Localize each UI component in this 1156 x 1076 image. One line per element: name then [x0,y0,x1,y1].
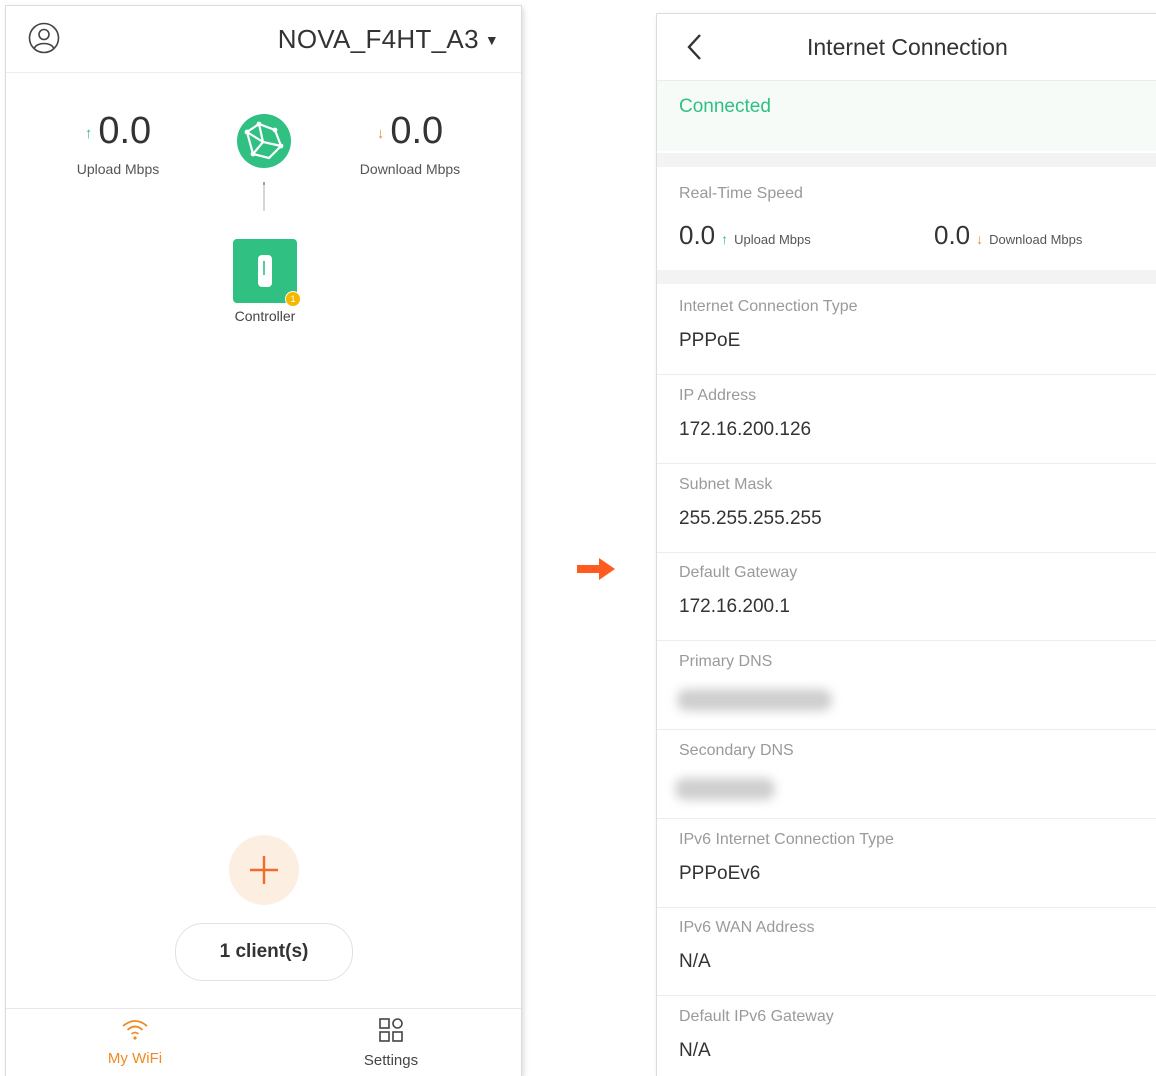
row-label: Default Gateway [679,564,798,581]
upload-arrow-icon: ↑ [84,125,93,142]
info-row-secondary-dns: Secondary DNS [657,730,1156,819]
realtime-upload-label: Upload Mbps [734,232,811,247]
realtime-upload-value: 0.0 [679,220,716,250]
realtime-download: 0.0 ↓ Download Mbps [934,220,1082,251]
internet-connection-screen: Internet Connection Connected Real-Time … [657,14,1156,1076]
flow-arrow-icon [577,558,615,580]
up-arrow-icon: ↑ [721,231,729,247]
network-name: NOVA_F4HT_A3 [277,24,479,54]
download-arrow-icon: ↓ [376,125,385,142]
download-label: Download Mbps [359,161,461,177]
controller-node[interactable]: 1 [233,239,301,307]
wifi-icon [122,1020,148,1040]
row-label: Secondary DNS [679,742,794,759]
tab-settings[interactable]: Settings [326,1017,456,1069]
dropdown-caret-icon: ▼ [484,31,499,48]
realtime-download-value: 0.0 [934,220,971,250]
row-label: Subnet Mask [679,476,773,493]
row-value: N/A [679,1040,711,1061]
row-value: PPPoEv6 [679,863,761,884]
my-wifi-screen: NOVA_F4HT_A3 ▼ ↑ 0.0 Upload Mbps ↓ 0.0 D… [6,6,521,1076]
section-divider [657,153,1156,167]
upload-label: Upload Mbps [76,161,160,177]
row-value: PPPoE [679,330,741,351]
info-row-primary-dns: Primary DNS [657,641,1156,730]
blurred-value [677,689,832,711]
realtime-upload: 0.0 ↑ Upload Mbps [679,220,811,251]
status-text: Connected [679,96,771,117]
download-speed: ↓ 0.0 Download Mbps [340,110,480,177]
down-arrow-icon: ↓ [976,231,984,247]
bottom-navigation: My WiFi Settings [6,1008,521,1076]
back-arrow-icon[interactable] [683,32,707,62]
tab-label: My WiFi [107,1050,163,1067]
real-time-speed-title: Real-Time Speed [679,185,803,202]
info-row-ip-address: IP Address 172.16.200.126 [657,375,1156,464]
screen-title: Internet Connection [807,34,1008,60]
download-value: 0.0 [390,110,444,152]
controller-label: Controller [234,308,296,324]
blurred-value [675,778,775,800]
row-label: IP Address [679,387,757,404]
clients-button[interactable]: 1 client(s) [175,923,353,981]
section-divider [657,270,1156,284]
add-node-button[interactable] [229,835,299,905]
user-account-icon[interactable] [28,22,60,54]
network-selector[interactable]: NOVA_F4HT_A3 ▼ [278,24,499,55]
real-time-speed-section: Real-Time Speed 0.0 ↑ Upload Mbps 0.0 ↓ … [657,174,1156,270]
info-row-default-ipv6-gateway: Default IPv6 Gateway N/A [657,996,1156,1076]
row-value: 172.16.200.1 [679,596,790,617]
upload-value: 0.0 [98,110,152,152]
info-row-default-gateway: Default Gateway 172.16.200.1 [657,552,1156,641]
info-row-ipv6-connection-type: IPv6 Internet Connection Type PPPoEv6 [657,819,1156,908]
internet-globe-icon[interactable] [235,112,293,170]
info-row-connection-type: Internet Connection Type PPPoE [657,286,1156,375]
row-label: IPv6 WAN Address [679,919,815,936]
row-label: Internet Connection Type [679,298,858,315]
grid-icon [379,1018,403,1042]
row-label: Primary DNS [679,653,773,670]
realtime-download-label: Download Mbps [989,232,1083,247]
screen-header: Internet Connection [657,14,1156,81]
connection-status: Connected [657,81,1156,151]
upload-speed: ↑ 0.0 Upload Mbps [58,110,178,177]
row-label: IPv6 Internet Connection Type [679,831,894,848]
row-value: 255.255.255.255 [679,508,822,529]
plus-icon [250,856,278,884]
row-label: Default IPv6 Gateway [679,1008,834,1025]
info-row-ipv6-wan-address: IPv6 WAN Address N/A [657,907,1156,996]
notification-badge: 1 [285,291,301,307]
info-row-subnet-mask: Subnet Mask 255.255.255.255 [657,464,1156,553]
connection-line [263,182,265,211]
row-value: 172.16.200.126 [679,419,812,440]
row-value: N/A [679,951,711,972]
top-bar: NOVA_F4HT_A3 ▼ [6,6,521,73]
tab-label: Settings [363,1052,419,1069]
tab-my-wifi[interactable]: My WiFi [70,1017,200,1067]
